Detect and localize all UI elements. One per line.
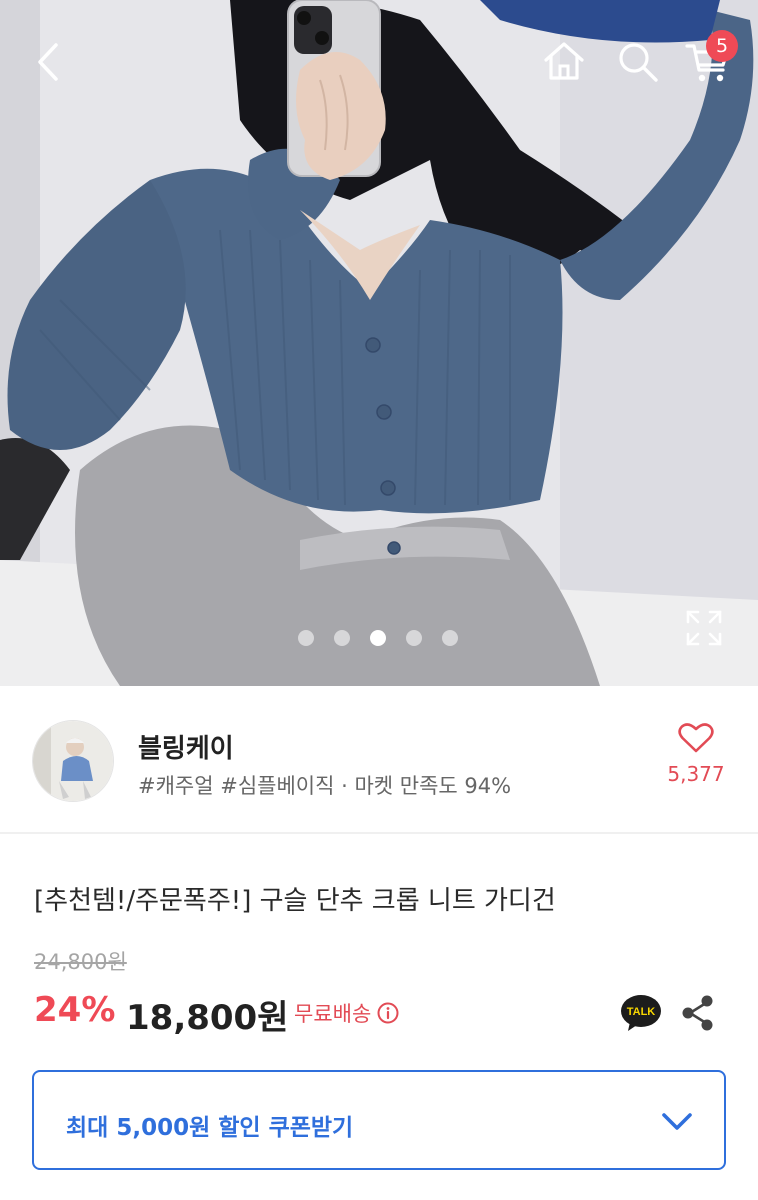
top-navigation-bar: 5 [0,0,758,120]
gallery-dot[interactable] [442,630,458,646]
cart-count-badge: 5 [706,30,738,62]
home-button[interactable] [540,38,588,86]
fullscreen-button[interactable] [684,608,724,648]
search-button[interactable] [614,38,662,86]
share-icon [682,995,713,1031]
like-count: 5,377 [667,762,725,786]
original-price: 24,800원 [34,950,127,974]
back-arrow-icon [38,43,58,81]
home-icon [544,42,584,80]
gallery-dot[interactable] [334,630,350,646]
info-icon[interactable] [377,1002,399,1024]
gallery-dot-active[interactable] [370,630,386,646]
back-button[interactable] [26,38,70,86]
price-row: 24% 18,800원 무료배송 TALK [34,990,734,1038]
discount-rate: 24% [34,990,116,1030]
shop-info-row[interactable]: 블링케이 #캐주얼 #심플베이직 · 마켓 만족도 94% 5,377 [0,686,758,834]
gallery-dot[interactable] [298,630,314,646]
cart-button[interactable]: 5 [684,30,738,86]
like-button[interactable]: 5,377 [664,722,728,812]
chevron-down-icon [662,1113,692,1130]
search-icon [619,43,658,82]
shipping-text: 무료배송 [294,1002,372,1026]
kakao-talk-button[interactable]: TALK [620,992,662,1034]
product-title: [추천템!/주문폭주!] 구슬 단추 크롭 니트 가디건 [34,886,556,916]
free-shipping-label[interactable]: 무료배송 [294,998,399,1028]
coupon-label: 최대 5,000원 할인 쿠폰받기 [66,1115,354,1141]
gallery-pagination [298,630,458,646]
shop-name[interactable]: 블링케이 [138,728,234,765]
product-image-gallery[interactable]: 5 [0,0,758,686]
shop-avatar[interactable] [32,720,114,802]
talk-label: TALK [627,1006,656,1018]
expand-icon [686,610,722,646]
gallery-dot[interactable] [406,630,422,646]
share-button[interactable] [678,992,718,1034]
talk-icon: TALK [621,995,661,1031]
sale-price: 18,800원 [126,998,289,1038]
shop-tags: #캐주얼 #심플베이직 · 마켓 만족도 94% [138,774,512,798]
heart-icon [678,723,714,753]
coupon-download-button[interactable]: 최대 5,000원 할인 쿠폰받기 [32,1070,726,1170]
shop-avatar-image [33,721,113,801]
